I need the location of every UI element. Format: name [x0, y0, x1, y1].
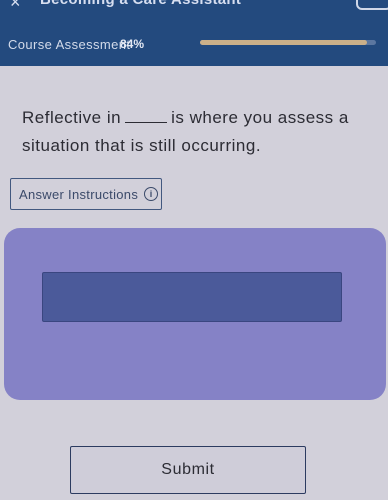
answer-panel [4, 228, 386, 400]
menu-button[interactable] [356, 0, 388, 10]
top-bar: × Becoming a Care Assistant Course Asses… [0, 0, 388, 66]
close-icon[interactable]: × [10, 0, 21, 13]
progress-bar [200, 40, 376, 45]
answer-instructions-label: Answer Instructions [19, 186, 139, 202]
answer-input[interactable] [42, 272, 342, 322]
question-blank [125, 109, 168, 123]
course-title: Becoming a Care Assistant [40, 0, 241, 8]
answer-instructions-button[interactable]: Answer Instructions i [10, 178, 162, 210]
progress-bar-fill [200, 40, 368, 45]
submit-button[interactable]: Submit [70, 446, 306, 494]
question-text: Reflective in is where you assess a situa… [22, 104, 362, 160]
assessment-percent: 84% [120, 37, 145, 51]
question-text-before: Reflective in [22, 108, 122, 127]
info-icon: i [144, 187, 159, 201]
assessment-label: Course Assessment [8, 37, 131, 52]
